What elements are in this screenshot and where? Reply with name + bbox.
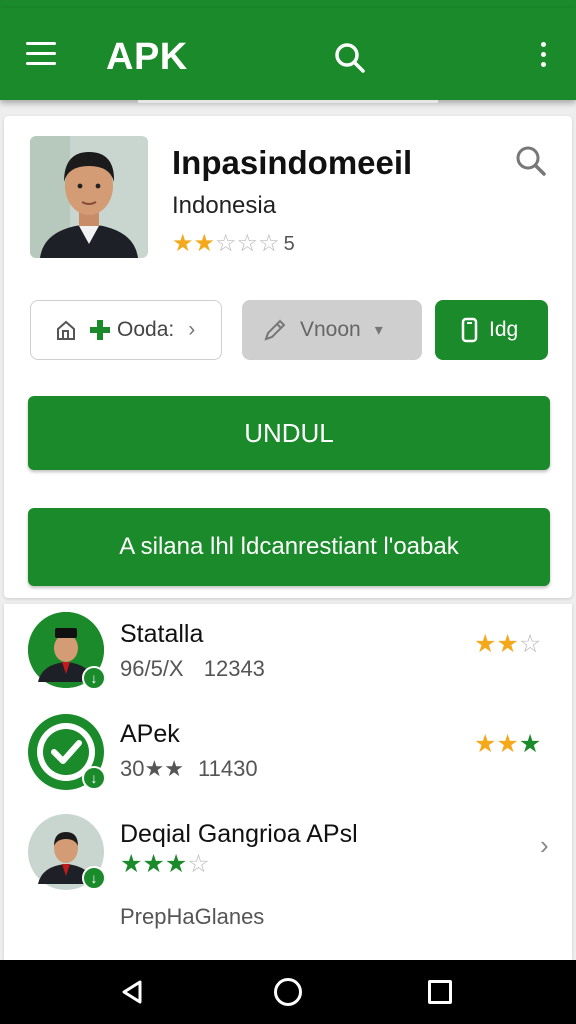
info-chip-label: Idg [489,318,519,341]
download-button[interactable]: UNDUL [28,396,550,470]
related-apps-list: ↓ Statalla 96/5/X 12343 ★ ★ ☆ ↓ APek 30★… [4,604,572,960]
download-chip[interactable]: Ooda: › [30,300,222,360]
star-icon: ★ [172,230,194,257]
hamburger-menu-icon[interactable] [26,42,60,70]
recent-apps-icon[interactable] [428,980,452,1004]
app-rating: ★ ★ ☆ ☆ ☆ 5 [172,232,295,256]
chevron-right-icon[interactable]: › [540,830,549,861]
app-bar: APK [0,8,576,103]
version-dropdown[interactable]: Vnoon ▾ [242,300,422,360]
rating-count: 5 [283,232,295,255]
app-name: Inpasindomeeil [172,144,413,181]
app-avatar [30,136,148,258]
star-outline-icon: ☆ [518,630,542,658]
star-icon: ★ [496,730,519,758]
search-icon[interactable] [514,144,548,178]
star-outline-icon: ☆ [236,230,259,257]
star-outline-icon: ☆ [258,230,280,257]
list-item-rating: ★ ★ ☆ [474,632,541,657]
list-item-title: Deqial Gangrioa APsl [120,820,358,848]
star-icon: ★ [164,850,188,878]
home-icon[interactable] [274,978,302,1006]
more-vert-icon[interactable] [532,42,554,74]
star-outline-icon: ☆ [215,230,237,257]
info-chip[interactable]: Idg [435,300,548,360]
star-icon: ★ [120,850,143,878]
list-item-meta: 96/5/X 12343 [120,656,265,681]
list-item-title: Statalla [120,620,204,648]
download-badge-icon: ↓ [82,866,106,890]
download-badge-icon: ↓ [82,766,106,790]
star-icon: ★ [193,230,216,257]
star-icon: ★ [142,850,165,878]
phone-icon [457,317,483,343]
list-item-rating: ★ ★ ★ [474,732,541,757]
list-item-title: APek [120,720,180,748]
star-icon: ★ [496,630,519,658]
list-item[interactable]: ↓ Deqial Gangrioa APsl ★ ★ ★ ☆ › PrepHaG… [4,804,572,960]
download-badge-icon: ↓ [82,666,106,690]
back-icon[interactable] [118,978,146,1006]
star-icon: ★ [474,630,497,658]
system-nav-bar [0,960,576,1024]
version-label: Vnoon [300,318,361,341]
list-item-meta: 30★★ 11430 [120,756,258,781]
description-button[interactable]: A silana lhl ldcanrestiant l'oabak [28,508,550,586]
plus-icon [87,317,113,343]
app-bar-title: APK [106,36,188,78]
pencil-icon [262,317,288,343]
download-chip-label: Ooda: [117,318,175,341]
chevron-down-icon: ▾ [374,322,383,339]
house-icon [53,317,79,343]
star-icon: ★ [518,730,542,758]
app-detail-card: Inpasindomeeil Indonesia ★ ★ ☆ ☆ ☆ 5 Ood… [4,116,572,598]
app-country: Indonesia [172,192,277,219]
list-item[interactable]: ↓ APek 30★★ 11430 ★ ★ ★ [4,704,572,804]
chevron-right-icon: › [188,318,196,341]
list-item-rating: ★ ★ ★ ☆ [120,852,210,877]
tab-indicator [138,100,438,103]
star-outline-icon: ☆ [187,850,210,878]
list-item-extra: PrepHaGlanes [120,904,265,929]
list-item[interactable]: ↓ Statalla 96/5/X 12343 ★ ★ ☆ [4,604,572,704]
search-icon[interactable] [332,40,368,76]
star-icon: ★ [474,730,497,758]
